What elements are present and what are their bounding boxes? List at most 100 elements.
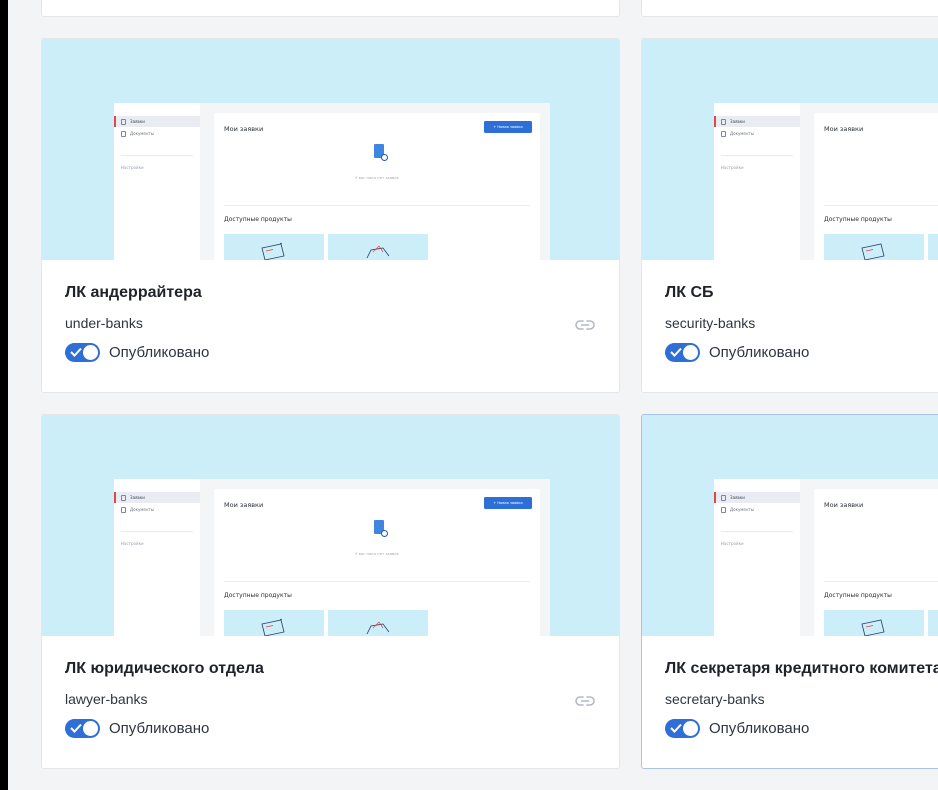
preview-products-title: Доступные продукты xyxy=(824,592,892,599)
preview-products-title: Доступные продукты xyxy=(824,216,892,223)
card-title: ЛК СБ xyxy=(665,284,714,301)
preview-sidebar: Заявки Документы Настройки xyxy=(714,479,800,636)
document-illustration-icon xyxy=(861,243,885,260)
preview-sidebar-item: Заявки xyxy=(114,116,200,127)
preview-sidebar-item: Заявки xyxy=(114,492,200,503)
document-icon xyxy=(121,130,126,137)
card-slug: under-banks xyxy=(65,315,143,331)
publish-toggle[interactable] xyxy=(65,343,100,362)
preview-screenshot: Заявки Документы Настройки Мои заявки + … xyxy=(114,479,550,636)
preview-sidebar-label: Документы xyxy=(130,507,154,512)
wallet-illustration-icon xyxy=(366,245,390,259)
preview-main: Мои заявки + Новая заявка У вас пока нет… xyxy=(214,489,540,636)
card-title: ЛК юридического отдела xyxy=(65,660,264,677)
preview-sidebar-label: Заявки xyxy=(130,119,145,124)
preview-divider xyxy=(121,155,193,156)
preview-sidebar: Заявки Документы Настройки xyxy=(714,103,800,260)
preview-main: Мои заявки Доступные продукты xyxy=(814,113,938,260)
document-illustration-icon xyxy=(261,242,285,260)
publish-status-label: Опубликовано xyxy=(109,720,210,737)
document-search-icon xyxy=(374,144,388,161)
portal-card-underwriter[interactable]: Заявки Документы Настройки Мои заявки + … xyxy=(41,38,620,393)
publish-toggle[interactable] xyxy=(665,719,700,738)
preview-divider xyxy=(224,581,530,582)
document-icon xyxy=(721,130,726,137)
preview-sidebar-item: Заявки xyxy=(714,116,800,127)
preview-main-title: Мои заявки xyxy=(224,501,264,509)
preview-sidebar-label: Документы xyxy=(730,507,754,512)
preview-sidebar: Заявки Документы Настройки xyxy=(114,479,200,636)
preview-settings-label: Настройки xyxy=(121,541,144,546)
preview-product-tile xyxy=(928,610,938,636)
preview-main-title: Мои заявки xyxy=(824,501,864,509)
preview-sidebar-label: Заявки xyxy=(730,119,745,124)
preview-sidebar-item: Заявки xyxy=(714,492,800,503)
document-icon xyxy=(121,494,126,501)
preview-product-tile xyxy=(224,234,324,260)
link-icon[interactable] xyxy=(575,695,595,707)
preview-settings-label: Настройки xyxy=(721,165,744,170)
document-icon xyxy=(121,118,126,125)
card-top-right-partial[interactable] xyxy=(641,0,938,17)
portal-card-security[interactable]: Заявки Документы Настройки Мои заявки До… xyxy=(641,38,938,393)
preview-main-title: Мои заявки xyxy=(824,125,864,133)
preview-sidebar-label: Документы xyxy=(130,131,154,136)
document-illustration-icon xyxy=(261,618,285,636)
card-slug: security-banks xyxy=(665,315,756,331)
preview-main: Мои заявки + Новая заявка У вас пока нет… xyxy=(214,113,540,260)
toggle-knob xyxy=(683,345,698,360)
card-info: ЛК андеррайтера under-banks Опубликовано xyxy=(65,284,619,362)
preview-screenshot: Заявки Документы Настройки Мои заявки До… xyxy=(714,103,938,260)
preview-sidebar-label: Документы xyxy=(730,131,754,136)
preview-sidebar: Заявки Документы Настройки xyxy=(114,103,200,260)
wallet-illustration-icon xyxy=(366,621,390,635)
card-top-left-partial[interactable] xyxy=(41,0,620,17)
document-search-icon xyxy=(374,520,388,537)
preview-settings-label: Настройки xyxy=(121,165,144,170)
publish-status-label: Опубликовано xyxy=(109,344,210,361)
preview-products-title: Доступные продукты xyxy=(224,592,292,599)
preview-sidebar-item: Документы xyxy=(114,128,200,139)
check-icon xyxy=(670,347,682,357)
publish-status: Опубликовано xyxy=(665,343,938,362)
card-info: ЛК СБ security-banks Опубликовано xyxy=(665,284,938,362)
preview-divider xyxy=(224,205,530,206)
preview-divider xyxy=(721,155,793,156)
preview-image: Заявки Документы Настройки Мои заявки До… xyxy=(642,39,938,260)
preview-screenshot: Заявки Документы Настройки Мои заявки До… xyxy=(714,479,938,636)
publish-toggle[interactable] xyxy=(665,343,700,362)
document-illustration-icon xyxy=(861,619,885,636)
card-info: ЛК юридического отдела lawyer-banks Опуб… xyxy=(65,660,619,738)
portal-card-secretary[interactable]: Заявки Документы Настройки Мои заявки До… xyxy=(641,414,938,769)
check-icon xyxy=(670,723,682,733)
preview-sidebar-item: Документы xyxy=(714,504,800,515)
preview-sidebar-label: Заявки xyxy=(730,495,745,500)
preview-products-title: Доступные продукты xyxy=(224,216,292,223)
preview-sidebar-item: Документы xyxy=(714,128,800,139)
toggle-knob xyxy=(683,721,698,736)
preview-product-tile xyxy=(328,234,428,260)
toggle-knob xyxy=(83,721,98,736)
preview-product-tile xyxy=(824,610,924,636)
preview-divider xyxy=(824,205,938,206)
preview-main: Мои заявки Доступные продукты xyxy=(814,489,938,636)
document-icon xyxy=(721,506,726,513)
portal-card-lawyer[interactable]: Заявки Документы Настройки Мои заявки + … xyxy=(41,414,620,769)
preview-divider xyxy=(824,581,938,582)
card-info: ЛК секретаря кредитного комитета secreta… xyxy=(665,660,938,738)
publish-status: Опубликовано xyxy=(665,719,938,738)
publish-toggle[interactable] xyxy=(65,719,100,738)
check-icon xyxy=(70,347,82,357)
publish-status-label: Опубликовано xyxy=(709,720,810,737)
preview-image: Заявки Документы Настройки Мои заявки + … xyxy=(42,415,619,636)
link-icon[interactable] xyxy=(575,319,595,331)
preview-main-title: Мои заявки xyxy=(224,125,264,133)
publish-status-label: Опубликовано xyxy=(709,344,810,361)
preview-product-tile xyxy=(824,234,924,260)
cards-grid: Заявки Документы Настройки Мои заявки + … xyxy=(8,0,938,790)
preview-empty-text: У вас пока нет заявок xyxy=(355,551,399,556)
preview-settings-label: Настройки xyxy=(721,541,744,546)
preview-divider xyxy=(121,531,193,532)
toggle-knob xyxy=(83,345,98,360)
document-icon xyxy=(121,506,126,513)
